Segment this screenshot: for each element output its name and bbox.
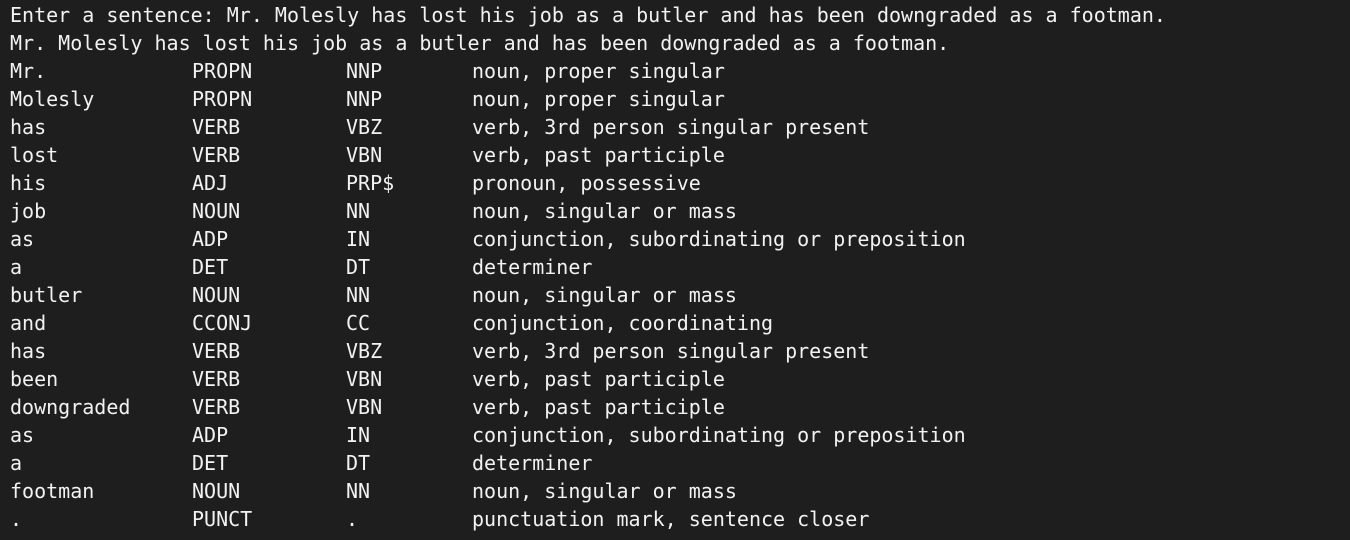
table-row: a DET DT determiner xyxy=(10,253,1350,281)
pos-cell: CCONJ xyxy=(192,311,253,335)
description-cell: conjunction, coordinating xyxy=(472,311,774,335)
tag-cell: NN xyxy=(346,479,371,503)
tag-cell: VBN xyxy=(346,367,383,391)
description-cell: noun, proper singular xyxy=(472,87,725,111)
table-row: Mr. PROPN NNP noun, proper singular xyxy=(10,57,1350,85)
description-cell: verb, past participle xyxy=(472,367,725,391)
pos-cell: PROPN xyxy=(192,59,253,83)
description-cell: noun, singular or mass xyxy=(472,283,737,307)
description-cell: noun, proper singular xyxy=(472,59,725,83)
description-cell: verb, past participle xyxy=(472,143,725,167)
pos-cell: VERB xyxy=(192,143,241,167)
description-cell: pronoun, possessive xyxy=(472,171,701,195)
pos-cell: VERB xyxy=(192,367,241,391)
token-cell: job xyxy=(10,199,47,223)
pos-tag-table: Mr. PROPN NNP noun, proper singular Molesly P… xyxy=(10,57,1350,533)
token-cell: downgraded xyxy=(10,395,131,419)
token-cell: Mr. xyxy=(10,59,47,83)
table-row: job NOUN NN noun, singular or mass xyxy=(10,197,1350,225)
table-row: Molesly PROPN NNP noun, proper singular xyxy=(10,85,1350,113)
token-cell: butler xyxy=(10,283,83,307)
description-cell: verb, 3rd person singular present xyxy=(472,339,870,363)
tag-cell: IN xyxy=(346,423,371,447)
token-cell: his xyxy=(10,171,47,195)
table-row: a DET DT determiner xyxy=(10,449,1350,477)
table-row: has VERB VBZ verb, 3rd person singular pres… xyxy=(10,337,1350,365)
table-row: been VERB VBN verb, past participle xyxy=(10,365,1350,393)
table-row: as ADP IN conjunction, subordinating or pre… xyxy=(10,421,1350,449)
pos-cell: VERB xyxy=(192,115,241,139)
token-cell: footman xyxy=(10,479,95,503)
pos-cell: PROPN xyxy=(192,87,253,111)
tag-cell: VBN xyxy=(346,143,383,167)
token-cell: lost xyxy=(10,143,59,167)
pos-cell: NOUN xyxy=(192,479,241,503)
token-cell: as xyxy=(10,227,35,251)
table-row: . PUNCT. punctuation mark, sentence closer xyxy=(10,505,1350,533)
tag-cell: NNP xyxy=(346,59,383,83)
table-row: his ADJ PRP$ pronoun, possessive xyxy=(10,169,1350,197)
pos-cell: ADJ xyxy=(192,171,229,195)
pos-cell: NOUN xyxy=(192,283,241,307)
table-row: lost VERB VBN verb, past participle xyxy=(10,141,1350,169)
token-cell: a xyxy=(10,255,23,279)
prompt-line: Enter a sentence: Mr. Molesly has lost h… xyxy=(10,3,1166,27)
tag-cell: NN xyxy=(346,283,371,307)
echo-line: Mr. Molesly has lost his job as a butler… xyxy=(10,31,950,55)
table-row: and CCONJ CC conjunction, coordinating xyxy=(10,309,1350,337)
pos-cell: ADP xyxy=(192,227,229,251)
description-cell: noun, singular or mass xyxy=(472,199,737,223)
description-cell: punctuation mark, sentence closer xyxy=(472,507,870,531)
pos-cell: ADP xyxy=(192,423,229,447)
description-cell: determiner xyxy=(472,255,593,279)
tag-cell: VBN xyxy=(346,395,383,419)
token-cell: as xyxy=(10,423,35,447)
description-cell: conjunction, subordinating or prepositio… xyxy=(472,227,966,251)
table-row: as ADP IN conjunction, subordinating or pre… xyxy=(10,225,1350,253)
token-cell: Molesly xyxy=(10,87,95,111)
tag-cell: CC xyxy=(346,311,371,335)
token-cell: a xyxy=(10,451,23,475)
token-cell: has xyxy=(10,339,47,363)
pos-cell: VERB xyxy=(192,395,241,419)
pos-cell: DET xyxy=(192,255,229,279)
tag-cell: NNP xyxy=(346,87,383,111)
token-cell: has xyxy=(10,115,47,139)
tag-cell: PRP$ xyxy=(346,171,395,195)
tag-cell: . xyxy=(346,507,359,531)
table-row: downgraded VERB VBN verb, past participle xyxy=(10,393,1350,421)
description-cell: conjunction, subordinating or prepositio… xyxy=(472,423,966,447)
description-cell: verb, past participle xyxy=(472,395,725,419)
description-cell: noun, singular or mass xyxy=(472,479,737,503)
tag-cell: VBZ xyxy=(346,339,383,363)
tag-cell: VBZ xyxy=(346,115,383,139)
pos-cell: DET xyxy=(192,451,229,475)
token-cell: . xyxy=(10,507,23,531)
table-row: footman NOUN NN noun, singular or mass xyxy=(10,477,1350,505)
token-cell: been xyxy=(10,367,59,391)
description-cell: determiner xyxy=(472,451,593,475)
tag-cell: IN xyxy=(346,227,371,251)
tag-cell: DT xyxy=(346,451,371,475)
tag-cell: NN xyxy=(346,199,371,223)
token-cell: and xyxy=(10,311,47,335)
terminal-output[interactable]: Enter a sentence: Mr. Molesly has lost h… xyxy=(0,0,1350,540)
pos-cell: NOUN xyxy=(192,199,241,223)
table-row: has VERB VBZ verb, 3rd person singular pres… xyxy=(10,113,1350,141)
pos-cell: PUNCT xyxy=(192,507,253,531)
table-row: butler NOUN NN noun, singular or mass xyxy=(10,281,1350,309)
pos-cell: VERB xyxy=(192,339,241,363)
description-cell: verb, 3rd person singular present xyxy=(472,115,870,139)
tag-cell: DT xyxy=(346,255,371,279)
